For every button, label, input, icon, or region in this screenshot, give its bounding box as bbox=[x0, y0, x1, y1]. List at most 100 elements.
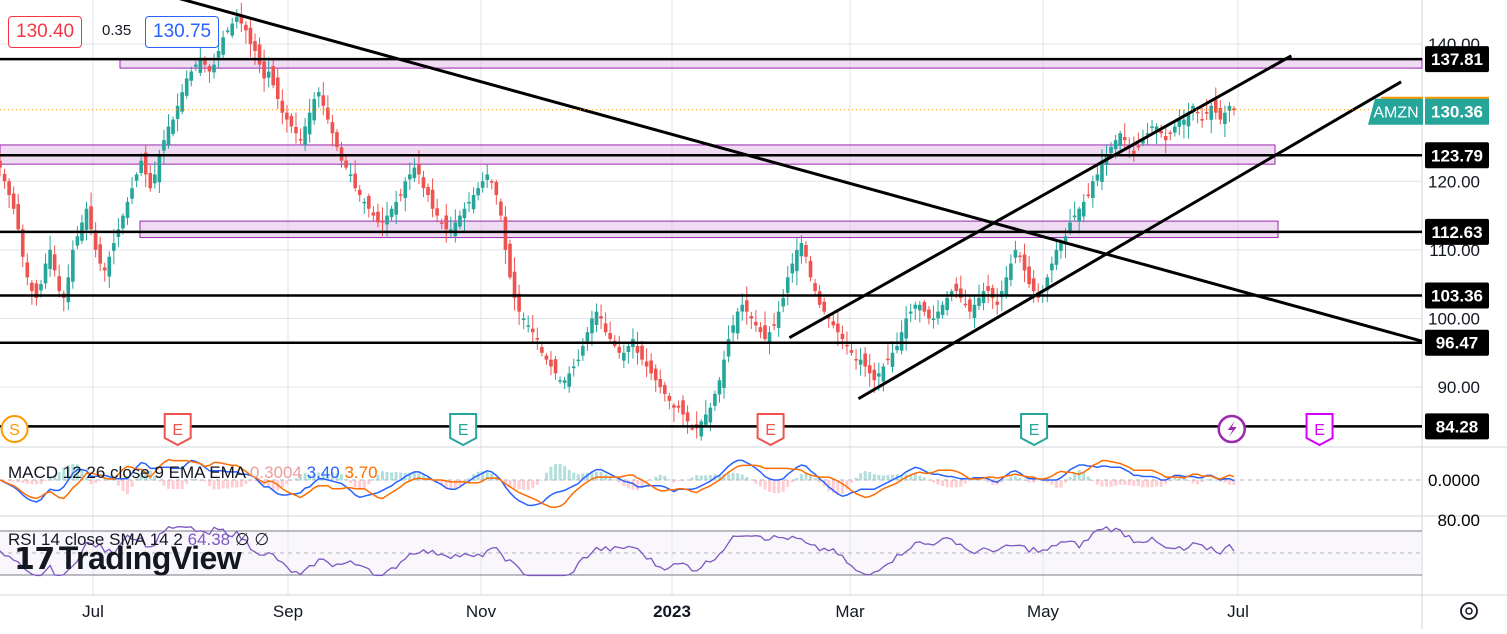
candle-body-66 bbox=[298, 138, 303, 141]
macd-hist-bar-160 bbox=[727, 473, 731, 481]
candle-body-237 bbox=[1077, 208, 1081, 222]
macd-hist-bar-85 bbox=[385, 471, 389, 481]
candle-body-57 bbox=[257, 44, 262, 65]
candle-body-245 bbox=[1113, 140, 1118, 150]
candle-body-62 bbox=[280, 100, 285, 113]
candle-body-17 bbox=[75, 236, 80, 246]
event-marker-4: E bbox=[1020, 413, 1049, 447]
candle-body-241 bbox=[1095, 174, 1100, 181]
candle-body-233 bbox=[1059, 243, 1063, 251]
macd-hist-bar-149 bbox=[676, 480, 680, 482]
settings-icon[interactable] bbox=[1460, 602, 1478, 620]
candle-body-125 bbox=[567, 373, 571, 387]
candle-body-168 bbox=[763, 325, 767, 340]
candle-body-97 bbox=[439, 222, 444, 224]
candle-body-42 bbox=[189, 71, 194, 81]
candle-body-178 bbox=[808, 260, 813, 278]
macd-hist-bar-247 bbox=[1123, 480, 1127, 486]
candle-body-113 bbox=[512, 271, 517, 298]
candle-body-214 bbox=[972, 304, 977, 318]
ask-price-box[interactable]: 130.75 bbox=[145, 16, 220, 48]
candle-body-131 bbox=[594, 311, 599, 325]
macd-hist-bar-154 bbox=[699, 475, 703, 481]
candle-body-207 bbox=[940, 304, 945, 316]
price-tick-4: 90.00 bbox=[1437, 378, 1480, 397]
candle-body-94 bbox=[426, 187, 430, 196]
macd-hist-bar-87 bbox=[394, 471, 398, 481]
candle-body-193 bbox=[877, 373, 881, 377]
candle-body-68 bbox=[307, 112, 312, 135]
macd-hist-bar-265 bbox=[1205, 479, 1209, 481]
macd-hist-bar-167 bbox=[758, 480, 762, 487]
macd-hist-bar-147 bbox=[667, 479, 671, 481]
candle-body-149 bbox=[676, 405, 681, 408]
candle-body-145 bbox=[658, 379, 663, 388]
macd-line-value: 3.40 bbox=[306, 463, 340, 482]
candle-body-180 bbox=[817, 291, 822, 305]
macd-hist-bar-101 bbox=[458, 480, 462, 486]
candle-body-221 bbox=[1004, 277, 1009, 297]
candle-body-102 bbox=[462, 208, 467, 219]
candle-body-151 bbox=[685, 412, 690, 422]
macd-hist-bar-120 bbox=[544, 472, 548, 481]
candle-body-104 bbox=[471, 195, 476, 210]
macd-hist-bar-193 bbox=[877, 474, 881, 481]
candle-body-93 bbox=[421, 177, 426, 189]
candle-body-7 bbox=[30, 282, 34, 292]
macd-hist-bar-258 bbox=[1173, 478, 1177, 481]
candle-body-35 bbox=[157, 153, 162, 183]
event-marker-1: E bbox=[163, 413, 192, 447]
macd-hist-bar-140 bbox=[635, 480, 639, 491]
macd-legend[interactable]: MACD 12 26 close 9 EMA EMA 0.3004 3.40 3… bbox=[8, 463, 378, 483]
candle-body-132 bbox=[599, 316, 603, 319]
candle-body-109 bbox=[494, 181, 499, 196]
candle-body-212 bbox=[963, 303, 968, 306]
event-marker-0: S bbox=[0, 415, 29, 443]
time-tick-2: Nov bbox=[466, 602, 497, 621]
macd-hist-bar-163 bbox=[740, 474, 744, 481]
bid-price: 130.40 bbox=[16, 21, 75, 42]
candle-body-75 bbox=[339, 147, 344, 161]
candle-body-80 bbox=[362, 201, 367, 204]
macd-hist-bar-208 bbox=[945, 480, 949, 488]
candle-body-12 bbox=[52, 254, 57, 271]
earnings-marker-label: E bbox=[458, 422, 469, 439]
macd-hist-bar-171 bbox=[777, 480, 781, 494]
macd-hist-bar-121 bbox=[549, 466, 553, 481]
candle-body-55 bbox=[248, 27, 253, 45]
candle-body-155 bbox=[703, 414, 708, 425]
macd-hist-bar-233 bbox=[1059, 480, 1063, 488]
candle-body-16 bbox=[71, 249, 75, 282]
candle-body-196 bbox=[890, 352, 895, 367]
candle-body-29 bbox=[130, 188, 134, 199]
candle-body-103 bbox=[467, 201, 471, 204]
macd-hist-bar-170 bbox=[772, 480, 776, 494]
time-tick-0: Jul bbox=[82, 602, 104, 621]
macd-hist-bar-206 bbox=[936, 480, 940, 485]
macd-hist-bar-185 bbox=[840, 480, 844, 494]
candle-body-224 bbox=[1018, 255, 1022, 258]
macd-hist-bar-255 bbox=[1159, 480, 1163, 487]
candle-body-107 bbox=[485, 174, 490, 180]
macd-hist-bar-173 bbox=[786, 480, 790, 487]
candle-body-46 bbox=[207, 66, 212, 72]
event-marker-6: E bbox=[1305, 413, 1334, 447]
earnings-marker-label: E bbox=[1029, 422, 1040, 439]
macd-hist-bar-138 bbox=[626, 480, 630, 489]
candle-body-127 bbox=[576, 359, 581, 362]
candle-body-143 bbox=[649, 360, 653, 374]
candle-body-140 bbox=[635, 345, 640, 353]
settings-icon-ring bbox=[1460, 602, 1478, 620]
candle-body-39 bbox=[175, 105, 180, 119]
candle-body-98 bbox=[444, 215, 449, 230]
candle-body-74 bbox=[335, 132, 339, 147]
macd-hist-bar-250 bbox=[1136, 480, 1140, 487]
candle-body-240 bbox=[1091, 181, 1095, 199]
macd-hist-bar-209 bbox=[950, 480, 954, 488]
candle-body-120 bbox=[544, 355, 549, 360]
candle-body-202 bbox=[918, 304, 922, 311]
candle-body-10 bbox=[43, 263, 48, 284]
candle-body-11 bbox=[48, 249, 52, 270]
bid-price-box[interactable]: 130.40 bbox=[8, 16, 83, 48]
candle-body-263 bbox=[1195, 111, 1200, 114]
